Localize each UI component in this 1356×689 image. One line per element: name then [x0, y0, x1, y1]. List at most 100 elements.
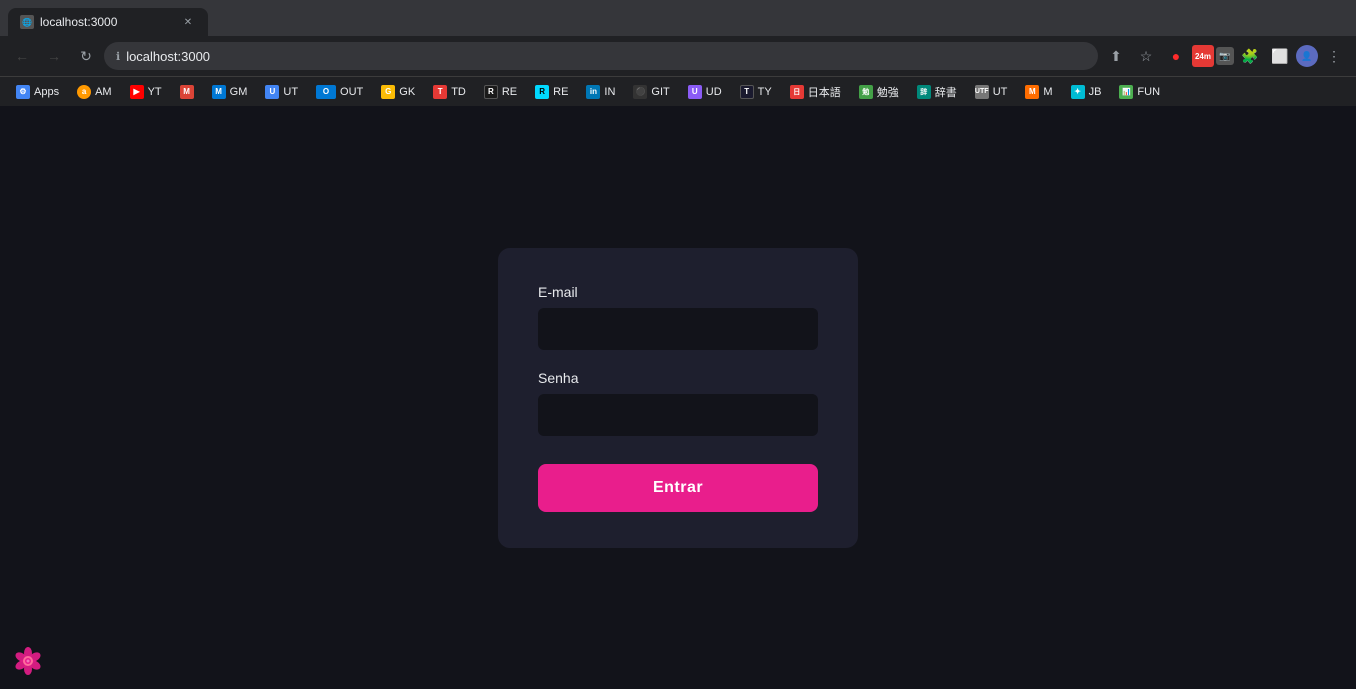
bookmark-gm1[interactable]: M: [172, 83, 202, 101]
am-favicon: a: [77, 85, 91, 99]
in-favicon: in: [586, 85, 600, 99]
bookmark-apps-label: Apps: [34, 86, 59, 98]
utf-favicon: UTF: [975, 85, 989, 99]
extension-photo[interactable]: 📷: [1216, 47, 1234, 65]
reload-button[interactable]: ↻: [72, 42, 100, 70]
flower-logo-svg: [10, 643, 46, 679]
out-favicon: O: [316, 85, 336, 99]
bookmark-ud-label: UD: [706, 86, 722, 98]
bookmark-out-label: OUT: [340, 86, 363, 98]
dict-favicon: 辞: [917, 85, 931, 99]
bookmark-re2[interactable]: R RE: [527, 83, 576, 101]
address-bar[interactable]: ℹ localhost:3000: [104, 42, 1098, 70]
bookmark-m[interactable]: M M: [1017, 83, 1060, 101]
email-group: E-mail: [538, 284, 818, 350]
back-button[interactable]: ←: [8, 42, 36, 70]
tab-title: localhost:3000: [40, 15, 117, 29]
bookmark-dict[interactable]: 辞 辞書: [909, 82, 965, 102]
tab-close-button[interactable]: ✕: [180, 14, 196, 30]
share-button[interactable]: ⬆: [1102, 42, 1130, 70]
bookmark-gk-label: GK: [399, 86, 415, 98]
bookmark-am-label: AM: [95, 86, 112, 98]
bookmark-jp-label: 日本語: [808, 84, 841, 100]
gk-favicon: G: [381, 85, 395, 99]
bookmark-jb[interactable]: ✦ JB: [1063, 83, 1110, 101]
bookmark-td-label: TD: [451, 86, 466, 98]
re2-favicon: R: [535, 85, 549, 99]
email-label: E-mail: [538, 284, 818, 300]
ud-favicon: U: [688, 85, 702, 99]
gm2-favicon: M: [212, 85, 226, 99]
opera-icon[interactable]: ●: [1162, 42, 1190, 70]
menu-button[interactable]: ⋮: [1320, 42, 1348, 70]
gm1-favicon: M: [180, 85, 194, 99]
td-favicon: T: [433, 85, 447, 99]
browser-toolbar: ← → ↻ ℹ localhost:3000 ⬆ ☆ ● 24m 📷 🧩 ⬜ 👤…: [0, 36, 1356, 76]
app-logo: [10, 643, 46, 679]
url-text: localhost:3000: [126, 49, 210, 64]
extension-24m[interactable]: 24m: [1192, 45, 1214, 67]
bookmark-jb-label: JB: [1089, 86, 1102, 98]
lock-icon: ℹ: [116, 50, 120, 63]
study-favicon: 勉: [859, 85, 873, 99]
ty-favicon: T: [740, 85, 754, 99]
bookmark-in[interactable]: in IN: [578, 83, 623, 101]
bookmark-git-label: GIT: [651, 86, 669, 98]
bookmark-td[interactable]: T TD: [425, 83, 474, 101]
bookmark-re2-label: RE: [553, 86, 568, 98]
git-favicon: ⚫: [633, 85, 647, 99]
apps-favicon: ⚙: [16, 85, 30, 99]
fun-favicon: 📊: [1119, 85, 1133, 99]
toolbar-actions: ⬆ ☆ ● 24m 📷 🧩 ⬜ 👤 ⋮: [1102, 42, 1348, 70]
tab-bar: 🌐 localhost:3000 ✕: [0, 0, 1356, 36]
split-screen-button[interactable]: ⬜: [1266, 42, 1294, 70]
bookmark-ut[interactable]: U UT: [257, 83, 306, 101]
bookmark-study-label: 勉強: [877, 84, 899, 100]
jp-favicon: 日: [790, 85, 804, 99]
bookmark-yt[interactable]: ▶ YT: [122, 83, 170, 101]
tab-favicon: 🌐: [20, 15, 34, 29]
bookmark-am[interactable]: a AM: [69, 83, 120, 101]
bookmark-re1[interactable]: R RE: [476, 83, 525, 101]
login-card: E-mail Senha Entrar: [498, 248, 858, 548]
bookmark-out[interactable]: O OUT: [308, 83, 371, 101]
bookmark-gm2-label: GM: [230, 86, 248, 98]
bookmark-m-label: M: [1043, 86, 1052, 98]
bookmark-git[interactable]: ⚫ GIT: [625, 83, 677, 101]
bookmark-utf[interactable]: UTF UT: [967, 83, 1016, 101]
bookmark-ty[interactable]: T TY: [732, 83, 780, 101]
bookmark-ud[interactable]: U UD: [680, 83, 730, 101]
bookmark-ut-label: UT: [283, 86, 298, 98]
submit-button[interactable]: Entrar: [538, 464, 818, 512]
bookmark-gk[interactable]: G GK: [373, 83, 423, 101]
bookmark-button[interactable]: ☆: [1132, 42, 1160, 70]
password-input[interactable]: [538, 394, 818, 436]
bookmark-re1-label: RE: [502, 86, 517, 98]
bookmark-study[interactable]: 勉 勉強: [851, 82, 907, 102]
bookmark-apps[interactable]: ⚙ Apps: [8, 83, 67, 101]
bookmark-fun[interactable]: 📊 FUN: [1111, 83, 1168, 101]
page-content: E-mail Senha Entrar: [0, 106, 1356, 689]
profile-avatar[interactable]: 👤: [1296, 45, 1318, 67]
email-input[interactable]: [538, 308, 818, 350]
ut-favicon: U: [265, 85, 279, 99]
jb-favicon: ✦: [1071, 85, 1085, 99]
re1-favicon: R: [484, 85, 498, 99]
bookmark-gm2[interactable]: M GM: [204, 83, 256, 101]
browser-chrome: 🌐 localhost:3000 ✕ ← → ↻ ℹ localhost:300…: [0, 0, 1356, 106]
bookmark-jp[interactable]: 日 日本語: [782, 82, 849, 102]
bookmark-utf-label: UT: [993, 86, 1008, 98]
bookmarks-bar: ⚙ Apps a AM ▶ YT M M GM U UT O OUT G GK: [0, 76, 1356, 106]
bookmark-fun-label: FUN: [1137, 86, 1160, 98]
bookmark-in-label: IN: [604, 86, 615, 98]
bookmark-yt-label: YT: [148, 86, 162, 98]
password-group: Senha: [538, 370, 818, 436]
bookmark-dict-label: 辞書: [935, 84, 957, 100]
yt-favicon: ▶: [130, 85, 144, 99]
forward-button[interactable]: →: [40, 42, 68, 70]
extensions-button[interactable]: 🧩: [1236, 42, 1264, 70]
password-label: Senha: [538, 370, 818, 386]
bookmark-ty-label: TY: [758, 86, 772, 98]
active-tab[interactable]: 🌐 localhost:3000 ✕: [8, 8, 208, 36]
m-favicon: M: [1025, 85, 1039, 99]
